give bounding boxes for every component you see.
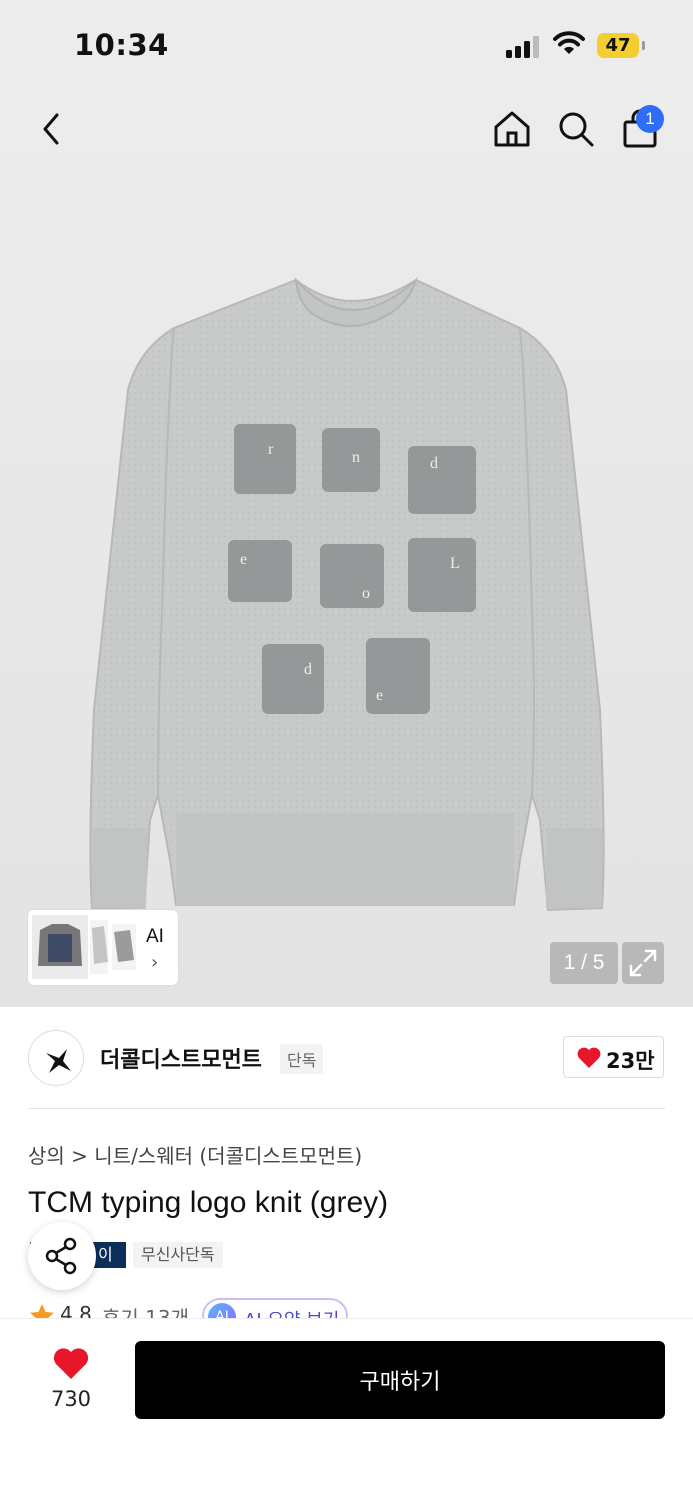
chevron-right-icon: › [151, 952, 159, 973]
buy-button[interactable]: 구매하기 [135, 1341, 665, 1419]
home-icon [494, 111, 530, 147]
wishlist-button[interactable] [52, 1347, 90, 1385]
product-title: TCM typing logo knit (grey) [28, 1186, 389, 1219]
battery-tip [642, 41, 645, 50]
svg-text:r: r [268, 441, 274, 458]
divider [28, 1108, 665, 1109]
svg-text:e: e [240, 551, 247, 568]
svg-text:L: L [450, 555, 460, 572]
rating-value: 4.8 [60, 1302, 92, 1318]
product-image-gallery[interactable]: r n d e o L d e [0, 90, 693, 1007]
brand-name[interactable]: 더콜디스트모먼트 [100, 1042, 262, 1074]
brand-like-button[interactable]: 23만 [563, 1036, 664, 1078]
signal-icon [506, 34, 542, 58]
thumbnail-images [32, 915, 136, 979]
ai-summary-button[interactable]: AI AI 요약 보기 [202, 1298, 348, 1318]
share-icon [45, 1237, 77, 1275]
expand-button[interactable] [622, 942, 664, 984]
ai-summary-label: AI 요약 보기 [244, 1306, 339, 1318]
ai-icon: AI [208, 1303, 236, 1318]
wifi-icon [553, 31, 585, 54]
status-time: 10:34 [74, 28, 169, 62]
heart-icon [53, 1348, 89, 1379]
battery-level: 47 [597, 33, 639, 58]
back-button[interactable] [32, 110, 72, 150]
brand-logo[interactable] [28, 1030, 84, 1086]
search-icon [559, 112, 594, 147]
svg-text:n: n [352, 449, 360, 466]
brand-exclusive-tag: 단독 [280, 1044, 324, 1074]
image-pager: 1 / 5 [550, 942, 618, 984]
brand-star-icon [46, 1049, 71, 1073]
product-image: r n d e o L d e [89, 276, 605, 912]
bottom-action-bar: 730 구매하기 [0, 1318, 693, 1500]
home-button[interactable] [490, 108, 534, 152]
review-count-link[interactable]: 후기 13개 [102, 1302, 189, 1318]
breadcrumb[interactable]: 상의 > 니트/스웨터 (더콜디스트모먼트) [28, 1140, 362, 1169]
wishlist-count: 730 [50, 1387, 92, 1411]
search-button[interactable] [554, 108, 598, 152]
cart-count-badge: 1 [636, 105, 664, 133]
star-icon [30, 1304, 54, 1318]
expand-icon [629, 949, 657, 977]
svg-text:d: d [430, 455, 438, 472]
ai-thumbnail-strip[interactable]: AI › [28, 910, 178, 985]
brand-like-count: 23만 [606, 1049, 655, 1073]
svg-text:d: d [304, 661, 312, 678]
ai-label: AI [146, 926, 164, 947]
back-icon [43, 113, 59, 144]
rating-row: 4.8 후기 13개 AI AI 요약 보기 [28, 1298, 668, 1318]
svg-text:o: o [362, 585, 370, 602]
status-bar: 10:34 47 [0, 0, 693, 90]
svg-text:e: e [376, 687, 383, 704]
exclusive-badge: 무신사단독 [133, 1242, 223, 1268]
share-button[interactable] [28, 1222, 96, 1290]
heart-icon [577, 1047, 601, 1068]
